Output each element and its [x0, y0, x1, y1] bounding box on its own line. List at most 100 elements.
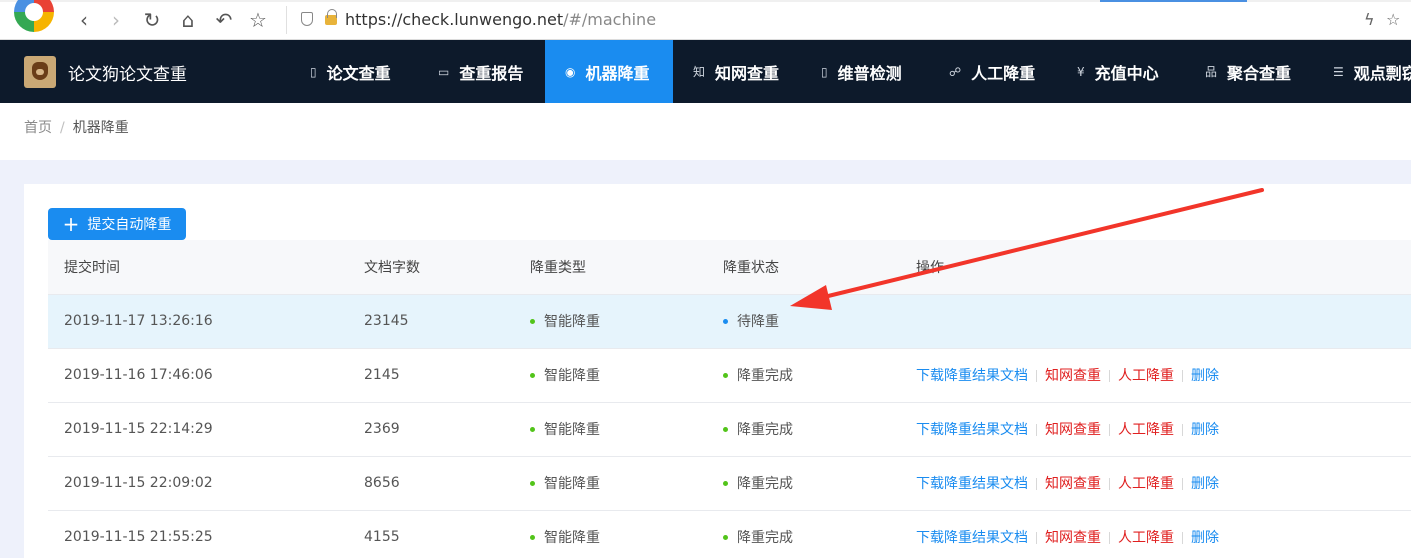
nav-item-machine-reduce[interactable]: ◉ 机器降重 [545, 40, 673, 103]
address-bar[interactable]: https://check.lunwengo.net/#/machine [286, 6, 1346, 34]
column-header-actions: 操作 [900, 240, 1411, 295]
download-result-link[interactable]: 下载降重结果文档 [916, 530, 1028, 546]
action-separator [1036, 370, 1037, 382]
cell-words: 23145 [348, 294, 514, 349]
nav-item-label: 充值中心 [1094, 63, 1159, 83]
cell-time: 2019-11-15 21:55:25 [48, 510, 348, 558]
cell-time: 2019-11-17 13:26:16 [48, 294, 348, 349]
action-separator [1182, 370, 1183, 382]
status-dot-icon [723, 534, 728, 540]
delete-link[interactable]: 删除 [1191, 422, 1219, 438]
delete-link[interactable]: 删除 [1191, 476, 1219, 492]
browser-logo-icon [14, 0, 54, 32]
cell-words: 4155 [348, 510, 514, 558]
action-separator [1182, 478, 1183, 490]
reload-icon[interactable]: ↻ [140, 8, 164, 32]
column-header-type: 降重类型 [514, 240, 707, 295]
download-result-link[interactable]: 下载降重结果文档 [916, 476, 1028, 492]
cnki-check-link[interactable]: 知网查重 [1045, 476, 1101, 492]
status-text: 降重完成 [737, 422, 793, 438]
breadcrumb-current: 机器降重 [72, 120, 129, 136]
nav-item-report[interactable]: ▭ 查重报告 [418, 40, 543, 103]
nav-item-label: 查重报告 [459, 63, 524, 83]
submit-auto-reduce-button[interactable]: + 提交自动降重 [48, 208, 186, 240]
nav-item-label: 机器降重 [585, 63, 650, 83]
table-row: 2019-11-15 21:55:25 4155 智能降重 降重完成 下载降重结果文档 知… [48, 510, 1411, 558]
cell-status: 降重完成 [707, 348, 900, 403]
action-separator [1036, 532, 1037, 544]
nav-item-label: 人工降重 [971, 63, 1036, 83]
manual-reduce-link[interactable]: 人工降重 [1118, 422, 1174, 438]
cell-status: 降重完成 [707, 456, 900, 511]
manual-reduce-link[interactable]: 人工降重 [1118, 476, 1174, 492]
url-path: /#/machine [563, 10, 657, 29]
table-row: 2019-11-15 22:14:29 2369 智能降重 降重完成 下载降重结果文档 知… [48, 402, 1411, 457]
download-result-link[interactable]: 下载降重结果文档 [916, 422, 1028, 438]
type-dot-icon [530, 426, 535, 432]
action-separator [1182, 424, 1183, 436]
undo-close-icon[interactable]: ↶ [212, 8, 236, 32]
cnki-check-link[interactable]: 知网查重 [1045, 422, 1101, 438]
table-row: 2019-11-15 22:09:02 8656 智能降重 降重完成 下载降重结果文档 知… [48, 456, 1411, 511]
nav-item-label: 观点剽窃 [1353, 63, 1411, 83]
cell-time: 2019-11-16 17:46:06 [48, 348, 348, 403]
cell-type: 智能降重 [514, 294, 707, 349]
bookmark-star-icon[interactable]: ☆ [246, 8, 270, 32]
delete-link[interactable]: 删除 [1191, 530, 1219, 546]
nav-item-paper-check[interactable]: ▯ 论文查重 [290, 40, 411, 103]
cnki-check-link[interactable]: 知网查重 [1045, 368, 1101, 384]
cell-type: 智能降重 [514, 510, 707, 558]
cell-actions: 下载降重结果文档 知网查重 人工降重 删除 [900, 348, 1411, 403]
cell-status: 降重完成 [707, 510, 900, 558]
action-separator [1036, 478, 1037, 490]
delete-link[interactable]: 删除 [1191, 368, 1219, 384]
nav-item-label: 知网查重 [715, 63, 780, 83]
cell-status: 待降重 [707, 294, 900, 349]
cnki-check-link[interactable]: 知网查重 [1045, 530, 1101, 546]
status-text: 降重完成 [737, 530, 793, 546]
type-dot-icon [530, 318, 535, 324]
action-separator [1182, 532, 1183, 544]
action-separator [1109, 478, 1110, 490]
nav-item-aggregate[interactable]: 品聚合查重 [1185, 40, 1311, 103]
type-text: 智能降重 [544, 476, 600, 492]
brand[interactable]: 论文狗论文查重 [24, 56, 187, 88]
type-text: 智能降重 [544, 314, 600, 330]
nav-item-cnki[interactable]: 知知网查重 [673, 40, 799, 103]
document-search-icon: ▯ [310, 64, 317, 79]
breadcrumb-home[interactable]: 首页 [24, 120, 52, 136]
action-separator [1109, 370, 1110, 382]
download-result-link[interactable]: 下载降重结果文档 [916, 368, 1028, 384]
back-icon[interactable]: ‹ [72, 8, 96, 32]
nav-item-label: 聚合查重 [1227, 63, 1292, 83]
nav-item-manual[interactable]: ☍ 人工降重 [929, 40, 1055, 103]
favorites-star-icon[interactable]: ☆ [1386, 10, 1400, 29]
type-dot-icon [530, 534, 535, 540]
action-separator [1036, 424, 1037, 436]
plus-icon: + [62, 212, 80, 236]
manual-reduce-link[interactable]: 人工降重 [1118, 368, 1174, 384]
home-icon[interactable]: ⌂ [176, 8, 200, 32]
column-header-time: 提交时间 [48, 240, 348, 295]
cell-actions: 下载降重结果文档 知网查重 人工降重 删除 [900, 510, 1411, 558]
status-dot-icon [723, 318, 728, 324]
tree-icon: 品 [1205, 65, 1218, 79]
breadcrumb-separator: / [60, 120, 65, 136]
nav-item-plagiarism[interactable]: ☰ 观点剽窃 [1313, 40, 1411, 103]
column-header-status: 降重状态 [707, 240, 900, 295]
nav-item-vip[interactable]: ▯ 维普检测 [801, 40, 922, 103]
nav-item-label: 维普检测 [837, 63, 902, 83]
submit-button-label: 提交自动降重 [87, 217, 172, 233]
cell-actions [900, 294, 1411, 349]
forward-icon[interactable]: › [104, 8, 128, 32]
cell-type: 智能降重 [514, 402, 707, 457]
type-text: 智能降重 [544, 530, 600, 546]
reduce-records-table: 提交时间 文档字数 降重类型 降重状态 操作 2019-11-17 13:26:… [48, 240, 1411, 558]
cell-time: 2019-11-15 22:14:29 [48, 402, 348, 457]
lightning-icon[interactable]: ϟ [1364, 10, 1375, 29]
book-icon: ▯ [821, 64, 828, 79]
nav-item-recharge[interactable]: ¥ 充值中心 [1057, 40, 1179, 103]
brand-name: 论文狗论文查重 [68, 64, 187, 85]
manual-reduce-link[interactable]: 人工降重 [1118, 530, 1174, 546]
url-text[interactable]: https://check.lunwengo.net/#/machine [345, 10, 656, 29]
